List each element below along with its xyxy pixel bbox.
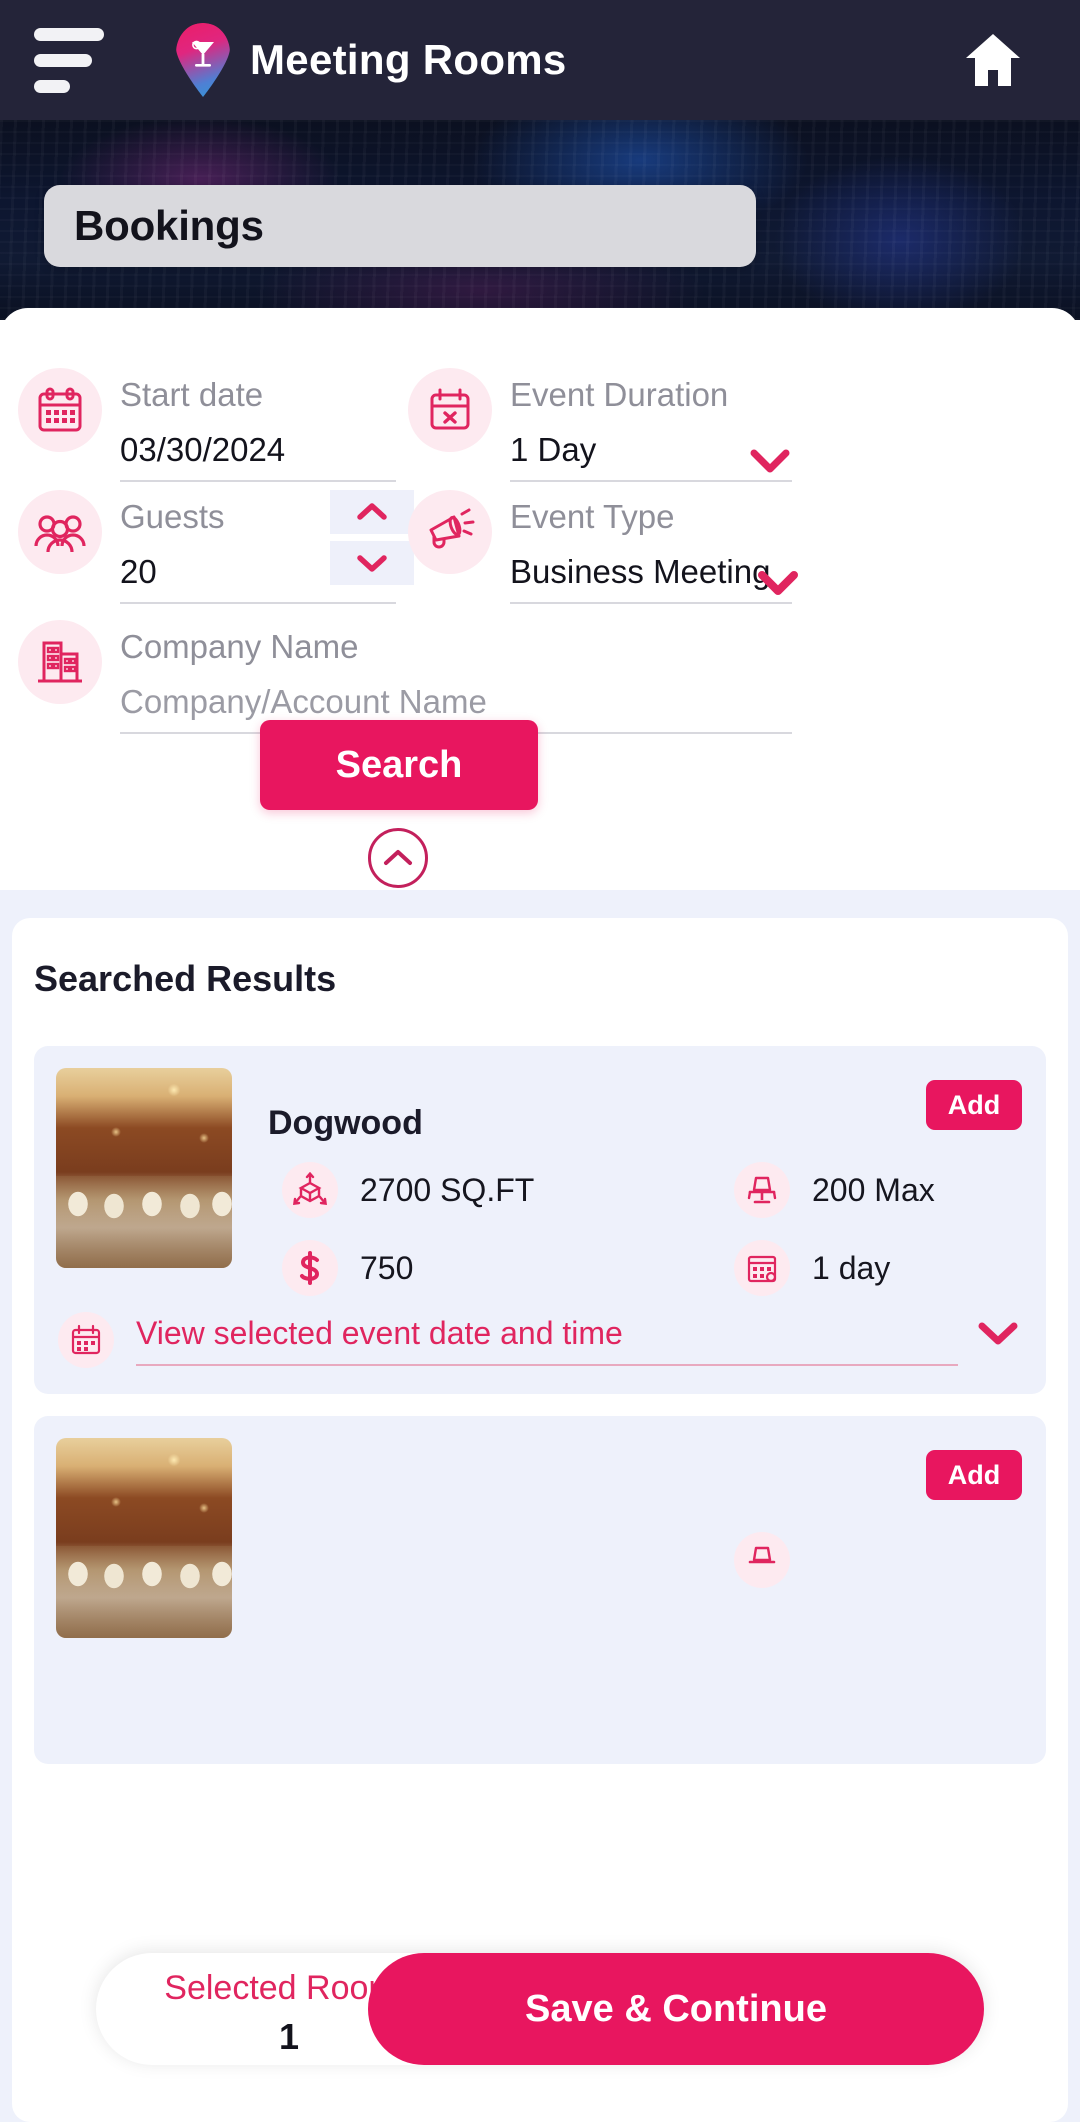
location-pin-cocktail-icon [176, 23, 230, 97]
add-room-label: Add [947, 1089, 1001, 1120]
hamburger-line [34, 79, 70, 93]
field-underline [120, 480, 396, 482]
room-area-spec: 2700 SQ.FT [282, 1162, 534, 1218]
people-group-icon [18, 490, 102, 574]
chair-icon [734, 1532, 790, 1588]
results-panel: Searched Results Dogwood Add 2700 SQ.FT … [12, 918, 1068, 2122]
app-header: Meeting Rooms [0, 0, 1080, 120]
room-result-card[interactable]: Dogwood Add 2700 SQ.FT 200 Max 750 1 day… [34, 1046, 1046, 1394]
view-event-datetime-label: View selected event date and time [136, 1315, 958, 1366]
save-continue-button[interactable]: Save & Continue [368, 1953, 984, 2065]
room-name: Dogwood [268, 1104, 423, 1142]
company-name-input[interactable]: Company/Account Name [120, 663, 792, 718]
add-room-button[interactable]: Add [926, 1080, 1022, 1130]
chevron-down-icon[interactable] [976, 1319, 1020, 1347]
app-screen: Meeting Rooms Bookings Start date 03/30/… [0, 0, 1080, 2122]
event-type-value: Business Meeting [510, 553, 771, 590]
search-button-label: Search [335, 743, 463, 786]
home-icon[interactable] [964, 32, 1022, 88]
room-capacity-spec: 200 Max [734, 1162, 935, 1218]
megaphone-icon [408, 490, 492, 574]
room-result-card[interactable]: Add [34, 1416, 1046, 1764]
room-capacity-spec [734, 1532, 812, 1588]
chevron-up-circle-icon [384, 850, 412, 865]
chevron-down-icon [357, 555, 387, 572]
company-name-label: Company Name [120, 628, 359, 665]
calendar-x-icon [408, 368, 492, 452]
chevron-down-icon[interactable] [756, 568, 800, 598]
calendar-grid-icon [734, 1240, 790, 1296]
banquet-hall-photo [56, 1438, 232, 1638]
field-underline [510, 602, 792, 604]
add-room-button[interactable]: Add [926, 1450, 1022, 1500]
room-capacity-value: 200 Max [812, 1171, 935, 1208]
room-price-spec: 750 [282, 1240, 413, 1296]
field-underline [510, 480, 792, 482]
event-duration-label: Event Duration [510, 376, 729, 413]
bookings-search-bar[interactable]: Bookings [44, 185, 756, 267]
chevron-down-icon[interactable] [748, 446, 792, 476]
banquet-hall-photo [56, 1068, 232, 1268]
search-button[interactable]: Search [260, 720, 538, 810]
guests-decrement-button[interactable] [330, 541, 414, 585]
hamburger-line [34, 53, 92, 67]
room-duration-spec: 1 day [734, 1240, 890, 1296]
guests-field[interactable]: Guests 20 [18, 490, 414, 604]
room-duration-value: 1 day [812, 1249, 891, 1286]
start-date-label: Start date [120, 376, 264, 413]
field-underline [120, 602, 396, 604]
event-type-field[interactable]: Event Type Business Meeting [408, 490, 798, 604]
search-form-card: Start date 03/30/2024 Event Duration 1 D… [0, 308, 1080, 890]
start-date-value: 03/30/2024 [120, 431, 286, 468]
room-price-value: 750 [360, 1249, 414, 1286]
event-duration-field[interactable]: Event Duration 1 Day [408, 368, 798, 482]
brand: Meeting Rooms [176, 23, 567, 97]
page-title: Meeting Rooms [250, 36, 567, 83]
building-icon [18, 620, 102, 704]
room-area-value: 2700 SQ.FT [360, 1171, 535, 1208]
bottom-action-bar: Selected Rooms 1 Save & Continue [96, 1953, 984, 2065]
save-continue-label: Save & Continue [525, 1987, 827, 2030]
hamburger-line [34, 27, 104, 41]
event-type-label: Event Type [510, 498, 675, 535]
guests-stepper [330, 490, 414, 585]
chevron-up-icon [357, 503, 387, 520]
start-date-field[interactable]: Start date 03/30/2024 [18, 368, 396, 482]
dollar-icon [282, 1240, 338, 1296]
calendar-icon [18, 368, 102, 452]
area-cube-icon [282, 1162, 338, 1218]
bookings-search-value: Bookings [74, 202, 264, 249]
hamburger-menu-icon[interactable] [34, 27, 130, 93]
results-title: Searched Results [34, 958, 337, 999]
company-name-field[interactable]: Company Name Company/Account Name [18, 620, 798, 734]
chair-icon [734, 1162, 790, 1218]
view-event-datetime-row[interactable]: View selected event date and time [58, 1312, 1020, 1368]
guests-increment-button[interactable] [330, 490, 414, 534]
collapse-form-button[interactable] [368, 828, 428, 888]
add-room-label: Add [947, 1459, 1001, 1490]
calendar-icon [58, 1312, 114, 1368]
